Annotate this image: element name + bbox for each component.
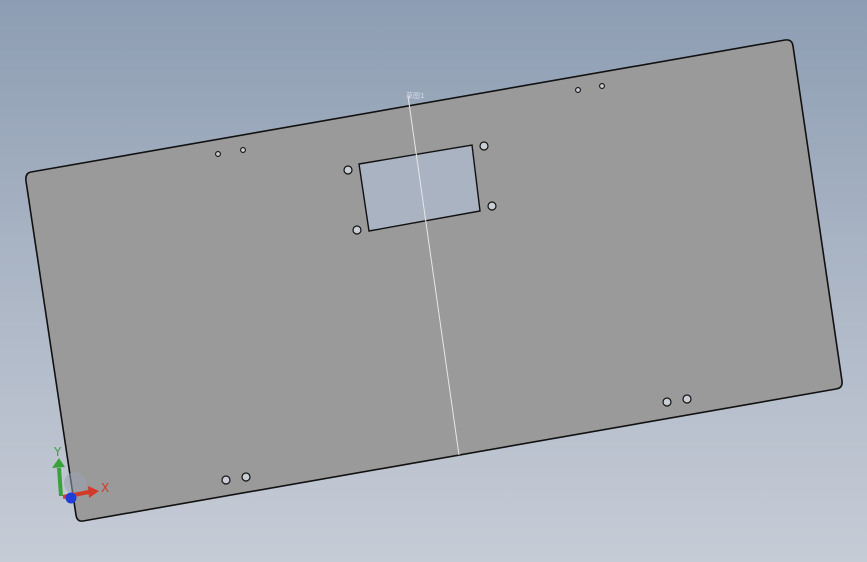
x-axis-label: X xyxy=(101,481,109,495)
mount-hole[interactable] xyxy=(343,165,353,175)
z-axis-dot xyxy=(65,492,77,504)
mount-hole[interactable] xyxy=(487,201,497,211)
small-hole[interactable] xyxy=(599,83,605,89)
bottom-hole[interactable] xyxy=(241,472,251,482)
mount-hole[interactable] xyxy=(479,141,489,151)
small-hole[interactable] xyxy=(240,147,246,153)
y-axis-arrow xyxy=(57,467,63,497)
y-axis-arrowhead xyxy=(52,458,65,468)
mount-hole[interactable] xyxy=(352,225,362,235)
small-hole[interactable] xyxy=(215,151,221,157)
bottom-hole[interactable] xyxy=(662,397,672,407)
graphics-viewport[interactable]: 草图1 Y X xyxy=(0,0,867,562)
bottom-hole[interactable] xyxy=(682,394,692,404)
y-axis-label: Y xyxy=(53,445,62,459)
model-scene[interactable]: 草图1 Y X xyxy=(0,0,867,562)
bottom-hole[interactable] xyxy=(221,475,231,485)
small-hole[interactable] xyxy=(575,87,581,93)
sketch-label: 草图1 xyxy=(406,91,424,100)
